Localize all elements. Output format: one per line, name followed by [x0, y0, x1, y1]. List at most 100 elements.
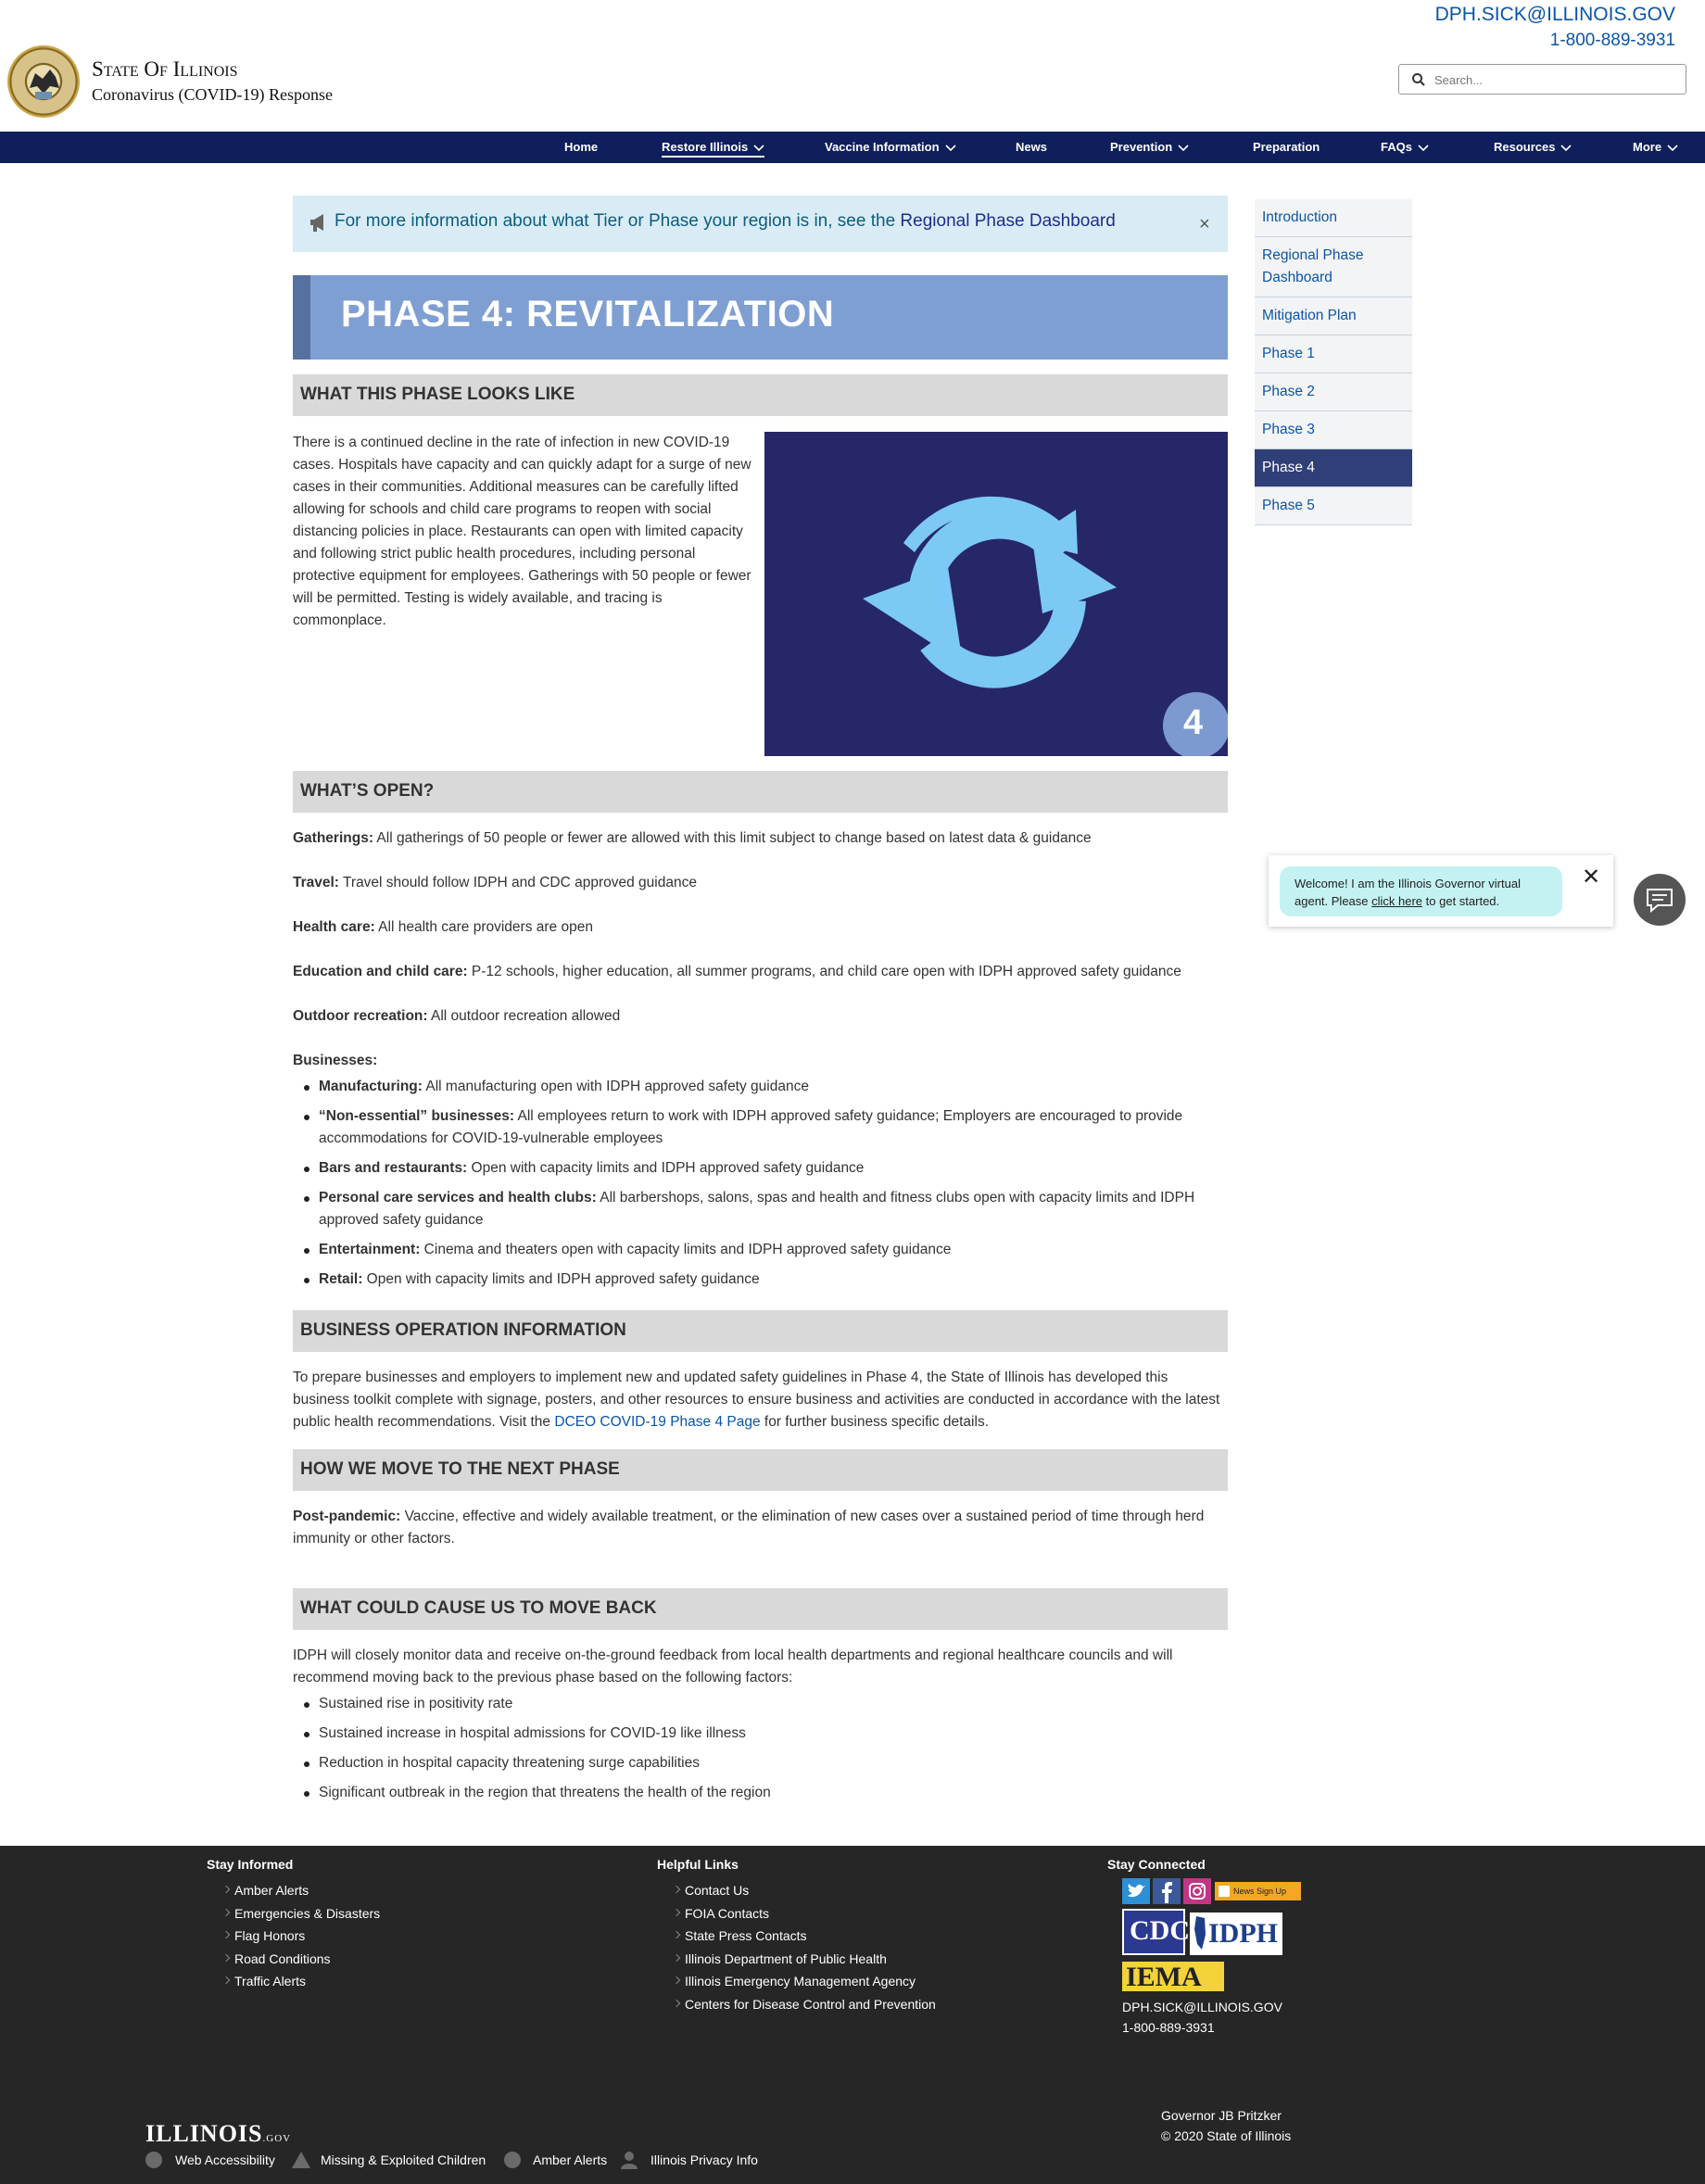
nav-resources-label: Resources: [1494, 140, 1556, 154]
nav-news[interactable]: News: [1016, 132, 1047, 163]
privacy-info-link[interactable]: Illinois Privacy Info: [650, 2150, 758, 2170]
nav-vaccine-information[interactable]: Vaccine Information: [825, 132, 956, 163]
footer-link-flag-honors[interactable]: Flag Honors: [223, 1925, 380, 1948]
governor-name: Governor JB Pritzker: [1161, 2108, 1282, 2123]
list-item: Bars and restaurants: Open with capacity…: [293, 1157, 1228, 1180]
header-phone-link[interactable]: 1-800-889-3931: [1550, 31, 1675, 51]
move-back-intro: IDPH will closely monitor data and recei…: [293, 1647, 1173, 1685]
footer-stay-informed-title: Stay Informed: [207, 1857, 294, 1872]
regional-phase-dashboard-link[interactable]: Regional Phase Dashboard: [900, 211, 1115, 231]
nav-home[interactable]: Home: [564, 132, 598, 163]
chat-message-text-after: to get started.: [1422, 894, 1500, 908]
footer-contact: DPH.SICK@ILLINOIS.GOV 1-800-889-3931: [1122, 1997, 1282, 2038]
sidenav-item-phase-3[interactable]: Phase 3: [1255, 411, 1412, 449]
search-box[interactable]: [1398, 64, 1686, 95]
business-label: Retail:: [319, 1271, 363, 1287]
facebook-icon[interactable]: [1153, 1878, 1181, 1904]
header-email-link[interactable]: DPH.SICK@ILLINOIS.GOV: [1435, 4, 1675, 26]
footer-link-amber-alerts[interactable]: Amber Alerts: [223, 1879, 380, 1902]
chat-click-here-link[interactable]: click here: [1371, 894, 1422, 908]
nav-more-label: More: [1633, 140, 1662, 154]
nav-restore-illinois[interactable]: Restore Illinois: [662, 132, 765, 163]
virtual-agent-popup: Welcome! I am the Illinois Governor virt…: [1269, 855, 1613, 927]
next-phase-paragraph: Post-pandemic: Vaccine, effective and wi…: [293, 1506, 1228, 1550]
footer-phone-link[interactable]: 1-800-889-3931: [1122, 2017, 1282, 2038]
chevron-down-icon: [1560, 144, 1572, 151]
illinois-logo-text: ILLINOIS: [145, 2120, 263, 2147]
nav-prevention[interactable]: Prevention: [1110, 132, 1189, 163]
cdc-logo[interactable]: CDC: [1122, 1909, 1190, 1955]
footer-link-idph[interactable]: Illinois Department of Public Health: [674, 1948, 936, 1971]
nav-preparation[interactable]: Preparation: [1253, 132, 1320, 163]
footer-link-state-press-contacts[interactable]: State Press Contacts: [674, 1925, 936, 1948]
nav-news-label: News: [1016, 140, 1047, 154]
nav-resources[interactable]: Resources: [1494, 132, 1572, 163]
list-item: “Non-essential” businesses: All employee…: [293, 1105, 1228, 1150]
news-signup-label: News Sign Up: [1233, 1887, 1287, 1896]
open-item-travel: Travel: Travel should follow IDPH and CD…: [293, 872, 1228, 894]
list-item: Reduction in hospital capacity threateni…: [293, 1752, 1228, 1774]
footer-link-traffic-alerts[interactable]: Traffic Alerts: [223, 1970, 380, 1993]
list-item: Retail: Open with capacity limits and ID…: [293, 1269, 1228, 1291]
twitter-icon[interactable]: [1122, 1878, 1150, 1904]
nav-more[interactable]: More: [1633, 132, 1678, 163]
footer-email-link[interactable]: DPH.SICK@ILLINOIS.GOV: [1122, 1997, 1282, 2017]
list-item: Entertainment: Cinema and theaters open …: [293, 1239, 1228, 1261]
businesses-list: Manufacturing: All manufacturing open wi…: [293, 1076, 1228, 1291]
alert-close-button[interactable]: ×: [1199, 214, 1210, 235]
illinois-state-shape-icon: [1194, 1916, 1206, 1950]
footer-link-foia-contacts[interactable]: FOIA Contacts: [674, 1902, 936, 1925]
section-heading-text: BUSINESS OPERATION INFORMATION: [300, 1320, 626, 1340]
open-item-gatherings: Gatherings: All gatherings of 50 people …: [293, 827, 1228, 850]
illinois-gov-logo[interactable]: ILLINOIS.GOV: [145, 2120, 291, 2148]
phase-number: 4: [1183, 703, 1204, 742]
sidenav-item-introduction[interactable]: Introduction: [1255, 199, 1412, 237]
state-seal-logo[interactable]: [7, 45, 80, 118]
sidenav-item-mitigation-plan[interactable]: Mitigation Plan: [1255, 297, 1412, 335]
governor-info: Governor JB Pritzker © 2020 State of Ill…: [1161, 2105, 1291, 2146]
iema-logo[interactable]: IEMA: [1122, 1962, 1224, 1992]
business-label: Personal care services and health clubs:: [319, 1190, 597, 1206]
search-input[interactable]: [1434, 69, 1675, 91]
list-item: Sustained increase in hospital admission…: [293, 1723, 1228, 1745]
globe-icon: [145, 2152, 162, 2168]
chat-close-button[interactable]: ✕: [1582, 864, 1600, 890]
footer-link-cdc[interactable]: Centers for Disease Control and Preventi…: [674, 1993, 936, 2016]
site-title[interactable]: State Of Illinois: [92, 57, 238, 82]
dceo-phase4-link[interactable]: DCEO COVID-19 Phase 4 Page: [554, 1414, 760, 1430]
amber-alerts-link[interactable]: Amber Alerts: [533, 2150, 607, 2170]
business-label: Entertainment:: [319, 1242, 421, 1257]
footer-link-iema[interactable]: Illinois Emergency Management Agency: [674, 1970, 936, 1993]
instagram-icon[interactable]: [1183, 1878, 1211, 1904]
section-heading-text: WHAT COULD CAUSE US TO MOVE BACK: [300, 1598, 657, 1618]
footer-link-contact-us[interactable]: Contact Us: [674, 1879, 936, 1902]
person-icon: [621, 2152, 638, 2169]
open-item-label: Travel:: [293, 875, 339, 890]
open-item-label: Outdoor recreation:: [293, 1008, 428, 1024]
list-item: Personal care services and health clubs:…: [293, 1187, 1228, 1231]
businesses-label-text: Businesses:: [293, 1053, 378, 1068]
footer-link-road-conditions[interactable]: Road Conditions: [223, 1948, 380, 1971]
main-nav: Home Restore Illinois Vaccine Informatio…: [0, 132, 1705, 163]
nav-faqs[interactable]: FAQs: [1381, 132, 1429, 163]
page-title: PHASE 4: REVITALIZATION: [341, 294, 835, 335]
search-icon[interactable]: [1411, 72, 1426, 87]
sidenav-item-regional-phase-dashboard[interactable]: Regional Phase Dashboard: [1255, 237, 1412, 297]
sidenav-item-phase-2[interactable]: Phase 2: [1255, 373, 1412, 411]
footer-link-emergencies[interactable]: Emergencies & Disasters: [223, 1902, 380, 1925]
chat-launcher-button[interactable]: [1634, 874, 1686, 926]
sidenav-item-phase-5[interactable]: Phase 5: [1255, 487, 1412, 525]
nav-restore-illinois-label: Restore Illinois: [662, 140, 749, 154]
chevron-down-icon: [1178, 144, 1189, 151]
news-signup-button[interactable]: News Sign Up: [1215, 1882, 1301, 1900]
web-accessibility-link[interactable]: Web Accessibility: [175, 2150, 275, 2170]
missing-children-link[interactable]: Missing & Exploited Children: [321, 2150, 486, 2170]
info-icon: [504, 2152, 521, 2168]
section-heading-text: HOW WE MOVE TO THE NEXT PHASE: [300, 1459, 620, 1479]
sidenav-item-phase-1[interactable]: Phase 1: [1255, 335, 1412, 373]
idph-logo[interactable]: IDPH: [1190, 1913, 1282, 1955]
business-info-paragraph: To prepare businesses and employers to i…: [293, 1367, 1228, 1433]
sidenav-item-phase-4[interactable]: Phase 4: [1255, 449, 1412, 487]
section-heading-looks-like: WHAT THIS PHASE LOOKS LIKE: [293, 374, 1228, 416]
copyright: © 2020 State of Illinois: [1161, 2128, 1292, 2143]
